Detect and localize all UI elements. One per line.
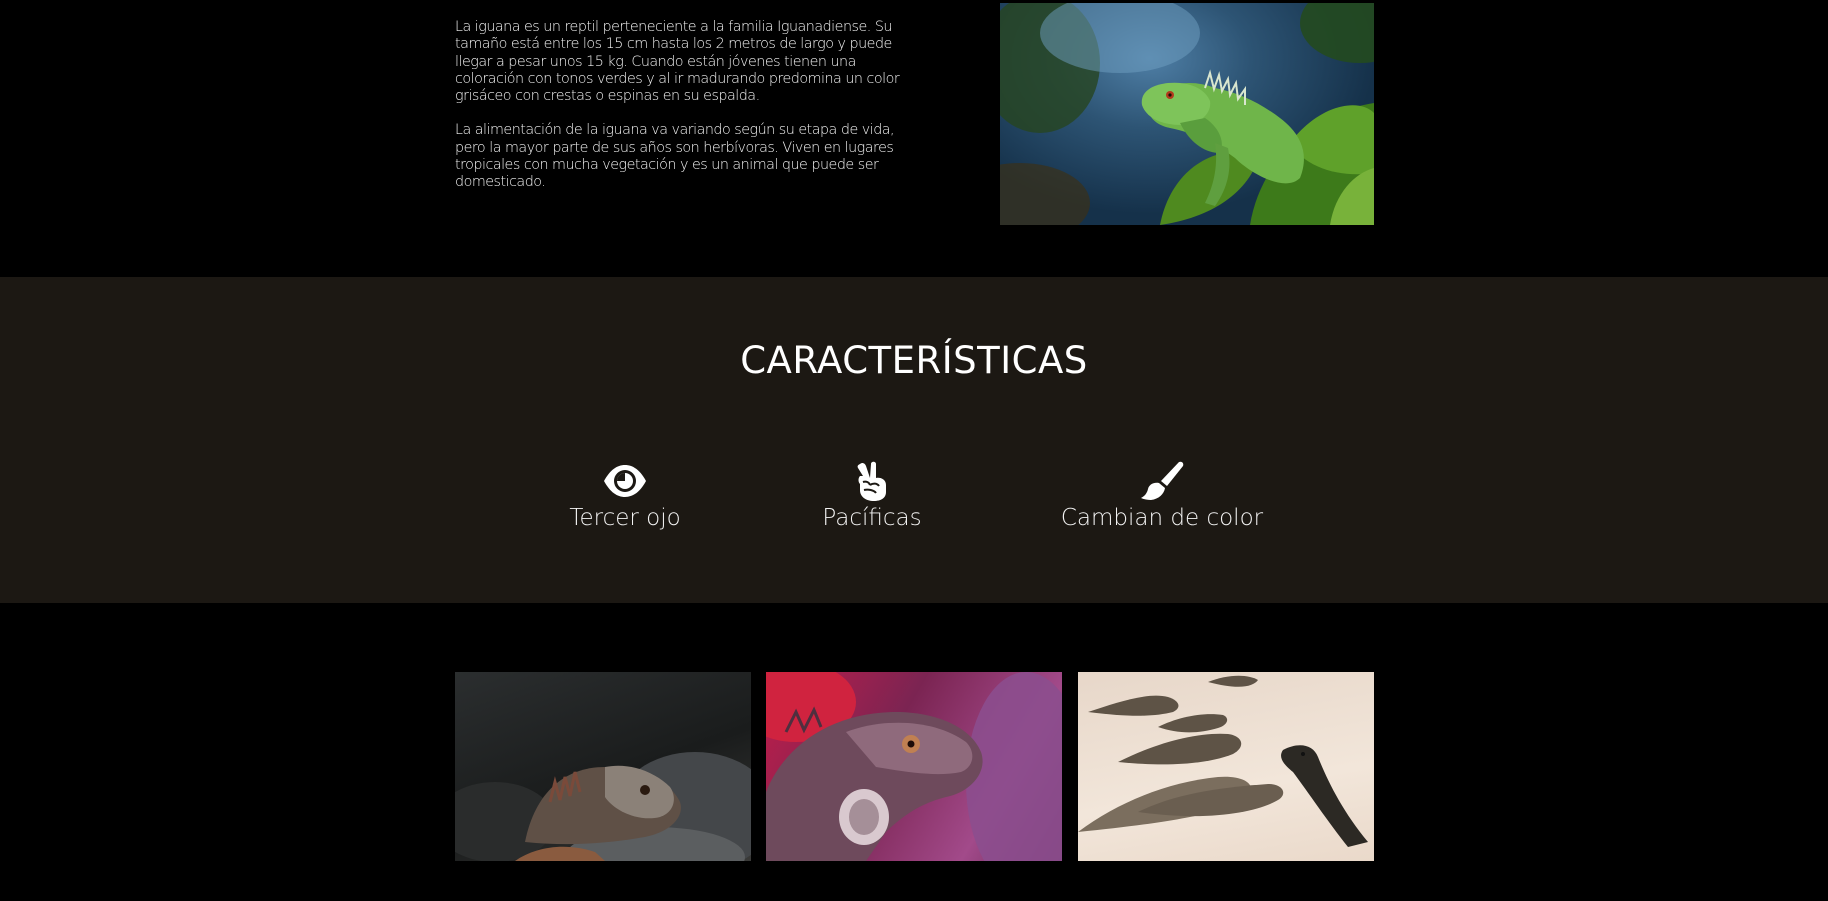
gallery-section bbox=[0, 603, 1828, 901]
intro-paragraph-1: La iguana es un reptil perteneciente a l… bbox=[455, 19, 900, 105]
feature-third-eye: Tercer ojo bbox=[565, 460, 685, 531]
feature-label-change-color: Cambian de color bbox=[1060, 505, 1264, 531]
iguanas-on-sand-photo bbox=[1078, 672, 1374, 861]
page: La iguana es un reptil perteneciente a l… bbox=[0, 0, 1828, 901]
features-section: CARACTERÍSTICAS Tercer ojo Pacíficas Cam bbox=[0, 277, 1828, 603]
intro-paragraph-2: La alimentación de la iguana va variando… bbox=[455, 122, 895, 191]
feature-label-third-eye: Tercer ojo bbox=[569, 505, 681, 531]
intro-section: La iguana es un reptil perteneciente a l… bbox=[0, 0, 1828, 277]
intro-text: La iguana es un reptil perteneciente a l… bbox=[455, 19, 905, 209]
pink-iguana-photo bbox=[766, 672, 1062, 861]
green-iguana-photo bbox=[1000, 3, 1374, 225]
paint-brush-icon bbox=[1141, 461, 1184, 500]
features-title: CARACTERÍSTICAS bbox=[740, 339, 1088, 382]
peace-hand-icon bbox=[857, 461, 886, 501]
feature-label-peaceful: Pacíficas bbox=[822, 505, 922, 531]
dark-iguana-photo bbox=[455, 672, 751, 861]
feature-change-color: Cambian de color bbox=[1058, 460, 1266, 531]
eye-icon bbox=[604, 465, 646, 497]
feature-peaceful: Pacíficas bbox=[812, 460, 932, 531]
